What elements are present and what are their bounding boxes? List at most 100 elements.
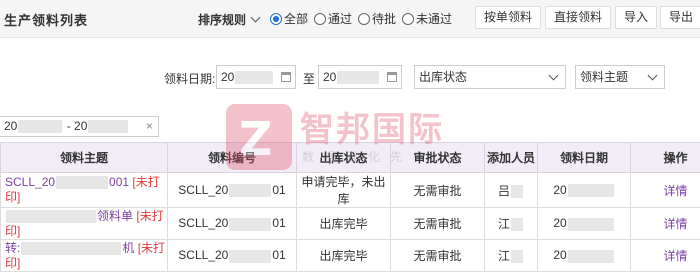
col-date[interactable]: 领料日期 [537, 142, 631, 173]
action-cell: 详情 [630, 239, 700, 272]
subject-text: SCLL_20 [5, 175, 56, 189]
out-status-select[interactable]: 出库状态 [414, 65, 566, 89]
radio-icon [402, 12, 415, 25]
filter-label: 待批 [372, 12, 397, 26]
date-from-input[interactable]: 20 [216, 65, 296, 89]
person-text: 江 [497, 249, 510, 263]
calendar-icon[interactable] [281, 72, 291, 82]
approval-filter-group: 全部 通过 待批 未通过 [270, 10, 452, 27]
redacted-text [567, 249, 614, 263]
picking-table: 领料主题 领料编号 出库状态 审批状态 添加人员 领料日期 操作 SCLL_20… [0, 142, 700, 272]
code-text: 01 [272, 216, 286, 231]
action-cell: 详情 [630, 207, 700, 240]
approval-cell: 无需审批 [390, 239, 485, 272]
subject-cell[interactable]: SCLL_20 001 [未打印] [0, 172, 168, 208]
order-picking-button[interactable]: 按单领料 [475, 6, 542, 29]
redacted-text [229, 217, 272, 231]
code-text: SCLL_20 [178, 182, 229, 197]
code-cell: SCLL_20 01 [167, 172, 297, 208]
redacted-text [235, 71, 274, 85]
date-cell: 20 [537, 172, 631, 208]
out-status-placeholder: 出库状态 [419, 70, 468, 84]
redacted-text [337, 71, 380, 85]
subject-text: 领料单 [97, 208, 134, 223]
radio-icon [314, 12, 327, 25]
date-text: 20 [553, 182, 567, 197]
date-range-input[interactable]: 20 - 20 × [0, 116, 159, 137]
person-cell: 江 [484, 207, 538, 240]
redacted-text [18, 120, 63, 134]
redacted-text [567, 184, 614, 198]
out-status-cell: 出库完毕 [296, 239, 391, 272]
filter-label: 未通过 [416, 12, 453, 26]
redacted-text [229, 184, 272, 198]
redacted-text [88, 120, 129, 134]
redacted-text [6, 209, 96, 223]
col-code[interactable]: 领料编号 [167, 142, 297, 173]
table-row: 领料单 [未打印] SCLL_20 01 出库完毕 无需审批 江 20 详情 [0, 207, 700, 240]
code-text: 01 [272, 182, 286, 197]
redacted-text [229, 249, 272, 263]
col-person[interactable]: 添加人员 [484, 142, 538, 173]
clear-icon[interactable]: × [146, 117, 153, 136]
radio-icon [358, 12, 371, 25]
person-cell: 吕 [484, 172, 538, 208]
range-separator: - [66, 119, 71, 133]
subject-text: 转: [5, 240, 21, 255]
subject-placeholder: 领料主题 [580, 70, 629, 84]
filter-all-radio[interactable]: 全部 [270, 10, 308, 27]
redacted-text [511, 184, 523, 198]
import-button[interactable]: 导入 [615, 6, 658, 29]
chevron-down-icon [548, 70, 559, 81]
sort-dropdown[interactable]: 排序规则 [198, 11, 261, 28]
date-cell: 20 [537, 207, 631, 240]
subject-cell[interactable]: 转: 机 [未打印] [0, 239, 168, 272]
action-cell: 详情 [630, 172, 700, 208]
person-cell: 江 [484, 239, 538, 272]
subject-text: 001 [109, 175, 130, 189]
date-to-value: 20 [323, 70, 337, 84]
redacted-text [511, 218, 523, 232]
range-end-value: 20 [74, 119, 88, 133]
date-from-value: 20 [221, 70, 235, 84]
date-to-input[interactable]: 20 [318, 65, 402, 89]
col-out-status[interactable]: 出库状态 [296, 142, 391, 173]
date-separator: 至 [303, 72, 316, 86]
table-row: 转: 机 [未打印] SCLL_20 01 出库完毕 无需审批 江 20 详情 [0, 239, 700, 272]
filter-pending-radio[interactable]: 待批 [358, 10, 396, 27]
detail-link[interactable]: 详情 [663, 184, 687, 198]
code-text: SCLL_20 [178, 216, 229, 231]
code-cell: SCLL_20 01 [167, 207, 297, 240]
col-subject[interactable]: 领料主题 [0, 142, 168, 173]
subject-cell[interactable]: 领料单 [未打印] [0, 207, 168, 240]
approval-cell: 无需审批 [390, 172, 485, 208]
table-header-row: 领料主题 领料编号 出库状态 审批状态 添加人员 领料日期 操作 [0, 142, 700, 173]
redacted-text [21, 241, 122, 255]
filter-label: 全部 [284, 12, 309, 26]
export-button[interactable]: 导出 [660, 6, 700, 29]
redacted-text [511, 250, 523, 264]
detail-link[interactable]: 详情 [663, 217, 687, 231]
person-text: 吕 [497, 183, 510, 198]
redacted-text [567, 217, 614, 231]
table-row: SCLL_20 001 [未打印] SCLL_20 01 申请完毕，未出库 无需审批… [0, 172, 700, 208]
date-text: 20 [553, 216, 567, 231]
code-cell: SCLL_20 01 [167, 239, 297, 272]
direct-picking-button[interactable]: 直接领料 [545, 6, 612, 29]
approval-cell: 无需审批 [390, 207, 485, 240]
filter-passed-radio[interactable]: 通过 [314, 10, 352, 27]
date-cell: 20 [537, 239, 631, 272]
chevron-down-icon [250, 12, 261, 23]
code-text: 01 [272, 248, 286, 263]
person-text: 江 [497, 217, 510, 231]
calendar-icon[interactable] [387, 72, 397, 82]
date-text: 20 [553, 248, 567, 263]
redacted-text [56, 176, 109, 190]
detail-link[interactable]: 详情 [663, 249, 687, 263]
subject-select[interactable]: 领料主题 [575, 65, 665, 89]
col-approval[interactable]: 审批状态 [390, 142, 485, 173]
filter-rejected-radio[interactable]: 未通过 [402, 10, 452, 27]
out-status-cell: 出库完毕 [296, 207, 391, 240]
code-text: SCLL_20 [178, 248, 229, 263]
filter-label: 通过 [328, 12, 353, 26]
